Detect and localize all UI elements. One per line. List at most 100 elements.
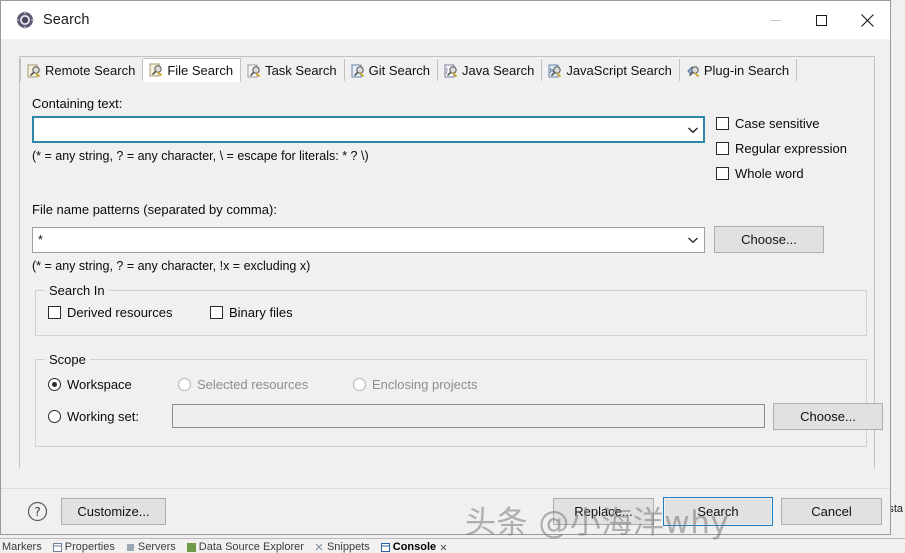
radio-label: Selected resources: [197, 377, 309, 392]
tab-git-search[interactable]: Git Search: [344, 59, 439, 82]
scope-group-title: Scope: [45, 352, 90, 367]
checkbox-box: [716, 167, 729, 180]
scope-working-set-radio[interactable]: Working set:: [48, 409, 139, 424]
workbench-tab-servers[interactable]: Servers: [126, 541, 176, 553]
radio-circle: [48, 378, 61, 391]
radio-circle: [48, 410, 61, 423]
file-patterns-hint: (* = any string, ? = any character, !x =…: [32, 259, 311, 273]
close-icon[interactable]: [439, 543, 448, 552]
servers-icon: [126, 543, 135, 552]
checkbox-label: Case sensitive: [735, 116, 820, 131]
dialog-title-bar[interactable]: Search: [1, 1, 890, 39]
workbench-tab-markers[interactable]: Markers: [2, 541, 42, 553]
search-tab-strip[interactable]: Remote Search File Search Task Search Gi…: [20, 57, 874, 82]
svg-text:?: ?: [34, 505, 40, 519]
java-search-icon: J: [444, 64, 458, 78]
cancel-button[interactable]: Cancel: [781, 498, 882, 525]
scope-workspace-radio[interactable]: Workspace: [48, 377, 132, 392]
radio-label: Enclosing projects: [372, 377, 478, 392]
replace-button[interactable]: Replace...: [553, 498, 654, 525]
file-search-icon: [149, 63, 163, 77]
tab-label: Task Search: [265, 63, 337, 78]
search-tab-folder: Remote Search File Search Task Search Gi…: [19, 56, 883, 468]
tab-label: Plug-in Search: [703, 63, 790, 78]
chevron-down-icon[interactable]: [682, 117, 704, 142]
binary-files-checkbox[interactable]: Binary files: [210, 305, 293, 320]
tab-label: Remote Search: [45, 63, 136, 78]
checkbox-box: [210, 306, 223, 319]
choose-working-set-button[interactable]: Choose...: [773, 403, 883, 430]
case-sensitive-checkbox[interactable]: Case sensitive: [716, 116, 820, 131]
file-search-page: Containing text: (* = any string, ? = an…: [20, 81, 883, 468]
checkbox-label: Binary files: [229, 305, 293, 320]
tab-file-search[interactable]: File Search: [143, 58, 242, 82]
help-icon[interactable]: ?: [27, 501, 48, 522]
containing-text-input[interactable]: [32, 116, 705, 143]
working-set-input[interactable]: [172, 404, 765, 428]
search-app-icon: [16, 11, 34, 29]
tab-java-search[interactable]: J Java Search: [438, 59, 543, 82]
choose-file-patterns-button[interactable]: Choose...: [714, 226, 824, 253]
tab-label: JavaScript Search: [566, 63, 672, 78]
dialog-client-area: Remote Search File Search Task Search Gi…: [1, 39, 890, 534]
radio-circle: [353, 378, 366, 391]
datasource-icon: [186, 542, 196, 552]
file-patterns-value: *: [38, 233, 43, 247]
workbench-tab-data-source-explorer[interactable]: Data Source Explorer: [186, 541, 304, 553]
git-search-icon: [351, 64, 365, 78]
workbench-tab-properties[interactable]: Properties: [52, 541, 115, 553]
workbench-tab-label: Snippets: [326, 541, 370, 553]
radio-label: Workspace: [67, 377, 132, 392]
scope-group: Scope Workspace Selected resources Enclo…: [35, 352, 883, 447]
checkbox-box: [716, 117, 729, 130]
checkbox-label: Derived resources: [67, 305, 173, 320]
scope-selected-resources-radio[interactable]: Selected resources: [178, 377, 308, 392]
workbench-tab-label: Servers: [137, 541, 176, 553]
containing-text-hint: (* = any string, ? = any character, \ = …: [32, 149, 369, 163]
tab-task-search[interactable]: Task Search: [241, 59, 345, 82]
tab-label: File Search: [167, 62, 234, 78]
workbench-tab-snippets[interactable]: Snippets: [315, 541, 370, 553]
workbench-tab-label: Console: [392, 541, 437, 553]
radio-label: Working set:: [67, 409, 140, 424]
close-button[interactable]: [844, 1, 890, 39]
tab-javascript-search[interactable]: Js JavaScript Search: [542, 59, 680, 82]
search-dialog: Search Remote Search File Search Task Se…: [0, 0, 891, 535]
search-in-group-title: Search In: [45, 283, 109, 298]
workbench-tab-label: Properties: [64, 541, 115, 553]
search-page-icon: [27, 64, 41, 78]
scope-enclosing-projects-radio[interactable]: Enclosing projects: [353, 377, 478, 392]
snippets-icon: [315, 543, 324, 552]
search-button[interactable]: Search: [663, 497, 773, 526]
window-controls: [752, 1, 890, 39]
checkbox-box: [48, 306, 61, 319]
containing-text-label: Containing text:: [32, 96, 123, 111]
minimize-button[interactable]: [752, 1, 798, 39]
chevron-down-icon[interactable]: [682, 228, 704, 252]
file-patterns-input[interactable]: *: [32, 227, 705, 253]
tab-remote-search[interactable]: Remote Search: [20, 59, 144, 82]
checkbox-label: Regular expression: [735, 141, 848, 156]
maximize-button[interactable]: [798, 1, 844, 39]
task-search-icon: [247, 64, 261, 78]
workbench-tab-label: Data Source Explorer: [198, 541, 304, 553]
svg-text:J: J: [445, 67, 448, 74]
derived-resources-checkbox[interactable]: Derived resources: [48, 305, 173, 320]
dialog-title: Search: [43, 12, 90, 28]
tab-label: Java Search: [462, 63, 535, 78]
regular-expression-checkbox[interactable]: Regular expression: [716, 141, 847, 156]
search-in-group: Search In Derived resources Binary files: [35, 283, 867, 336]
footer-separator: [1, 488, 890, 489]
radio-circle: [178, 378, 191, 391]
checkbox-label: Whole word: [735, 166, 804, 181]
customize-button[interactable]: Customize...: [61, 498, 166, 525]
javascript-search-icon: Js: [548, 64, 562, 78]
properties-icon: [52, 542, 62, 552]
whole-word-checkbox[interactable]: Whole word: [716, 166, 804, 181]
plugin-search-icon: [686, 64, 700, 78]
file-patterns-label: File name patterns (separated by comma):: [32, 202, 277, 217]
tab-plugin-search[interactable]: Plug-in Search: [679, 59, 798, 82]
workbench-tab-console[interactable]: Console: [380, 541, 448, 553]
checkbox-box: [716, 142, 729, 155]
workbench-bottom-tab-bar[interactable]: Markers Properties Servers Data Source E…: [0, 538, 905, 553]
